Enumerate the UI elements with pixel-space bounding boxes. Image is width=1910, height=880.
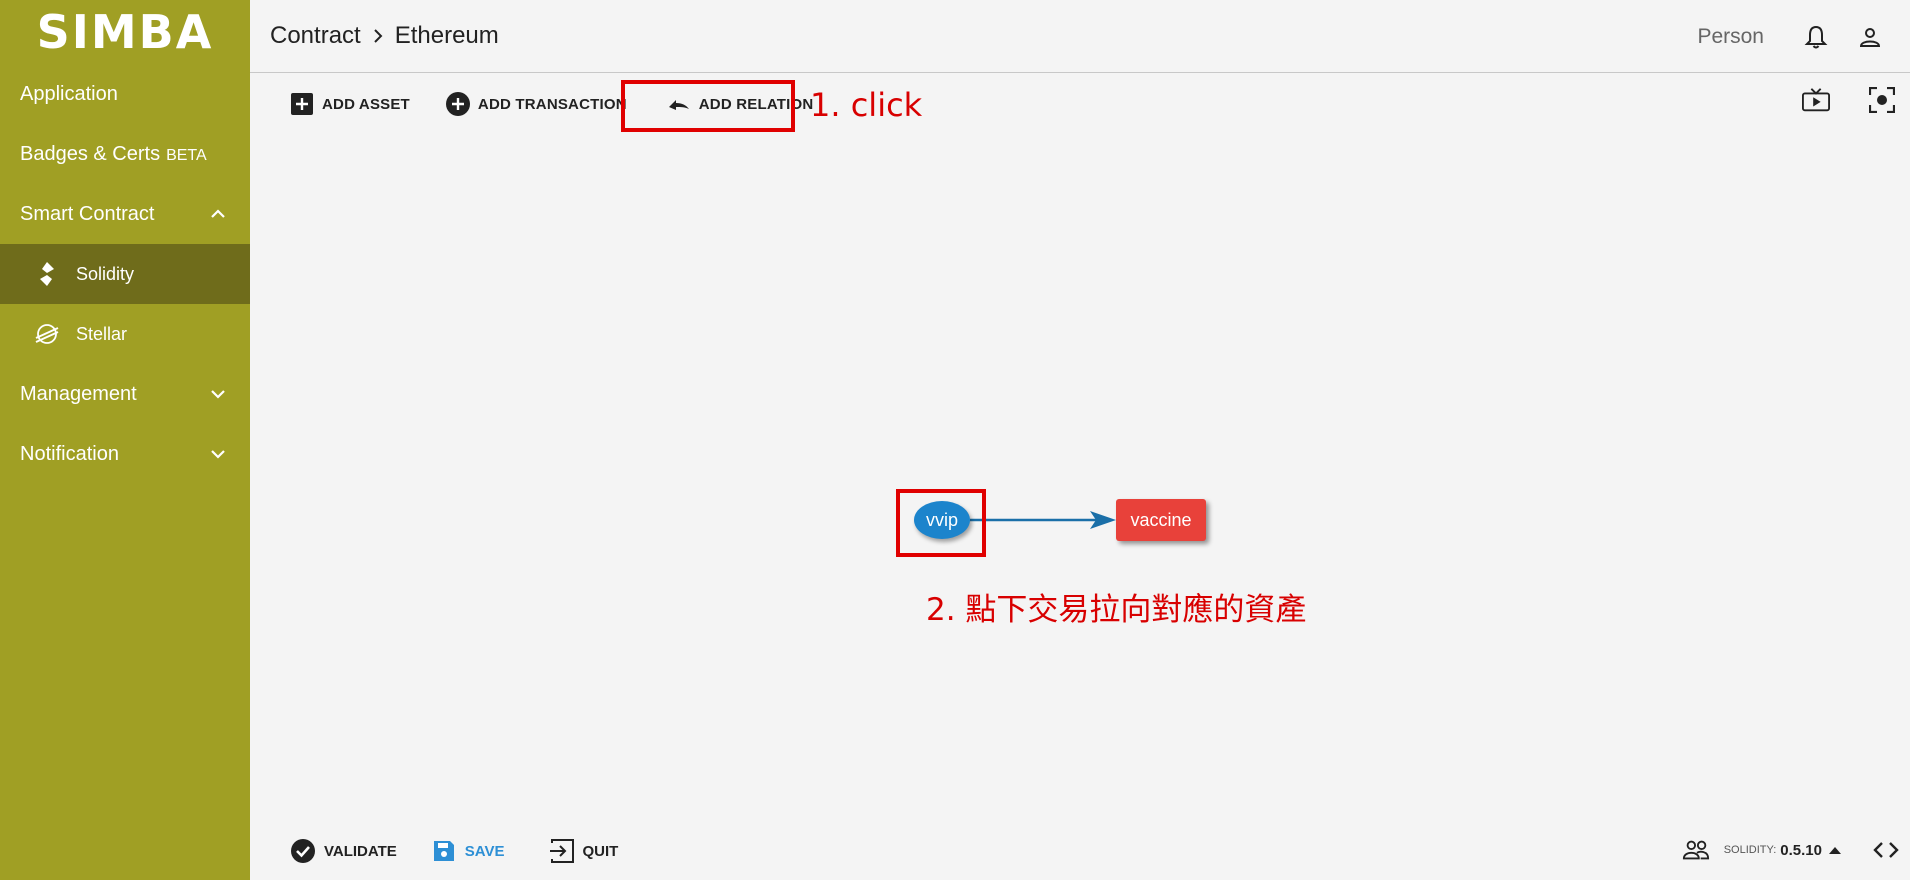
solidity-icon <box>34 261 60 287</box>
sidebar-item-label: Smart Contract <box>20 202 155 225</box>
annotation-step1: 1. click <box>810 86 923 124</box>
bell-icon[interactable] <box>1802 23 1830 51</box>
canvas-view-tools <box>1802 86 1910 114</box>
quit-button[interactable]: QUIT <box>549 838 619 864</box>
sidebar-item-notification[interactable]: Notification <box>0 424 250 484</box>
breadcrumb-ethereum: Ethereum <box>394 22 499 49</box>
bottom-actions: VALIDATE SAVE QUIT <box>290 838 618 864</box>
sidebar-item-label: Application <box>20 82 118 105</box>
sidebar-subitem-label: Solidity <box>76 263 135 284</box>
play-preview-icon[interactable] <box>1802 86 1830 114</box>
person-label: Person <box>1697 24 1764 48</box>
chevron-up-icon <box>206 202 230 226</box>
annotation-step2: 2. 點下交易拉向對應的資產 <box>926 592 1307 628</box>
add-asset-button[interactable]: ADD ASSET <box>290 92 410 116</box>
people-icon[interactable] <box>1682 836 1710 864</box>
sidebar-item-label: Badges & Certs <box>20 142 161 165</box>
exit-icon <box>549 838 575 864</box>
caret-up-icon[interactable] <box>1828 845 1842 855</box>
simba-logo[interactable]: SIMBA <box>0 0 250 64</box>
save-icon <box>431 838 457 864</box>
header-actions: Person <box>1697 0 1910 73</box>
sidebar-subitem-label: Stellar <box>76 323 128 344</box>
account-icon[interactable] <box>1856 23 1884 51</box>
sidebar-item-application[interactable]: Application <box>0 64 250 124</box>
sidebar-item-stellar[interactable]: Stellar <box>0 304 250 364</box>
sidebar-item-label: Management <box>20 382 137 405</box>
add-box-icon <box>290 92 314 116</box>
add-circle-icon <box>445 92 470 116</box>
sidebar-item-label: Notification <box>20 442 119 465</box>
stellar-icon <box>34 321 60 347</box>
header: Contract Ethereum Person <box>250 0 1910 73</box>
bottom-status: SOLIDITY: 0.5.10 <box>1682 836 1910 864</box>
chevron-right-icon <box>371 27 385 45</box>
validate-button[interactable]: VALIDATE <box>290 838 397 864</box>
chevron-down-icon <box>206 382 230 406</box>
solidity-version-label: SOLIDITY: <box>1723 844 1777 856</box>
sidebar-item-management[interactable]: Management <box>0 364 250 424</box>
add-transaction-label: ADD TRANSACTION <box>477 95 627 113</box>
quit-label: QUIT <box>582 842 619 860</box>
breadcrumb-contract[interactable]: Contract <box>270 22 361 50</box>
beta-badge: BETA <box>166 146 207 164</box>
validate-label: VALIDATE <box>324 842 397 860</box>
solidity-version-value[interactable]: 0.5.10 <box>1780 842 1822 859</box>
asset-node-vaccine[interactable]: vaccine <box>1116 499 1206 541</box>
highlight-box-add-relation <box>621 80 795 132</box>
highlight-box-transaction-node <box>896 489 986 557</box>
sidebar: SIMBA Application Badges & Certs BETA Sma… <box>0 0 250 880</box>
chevron-down-icon <box>206 442 230 466</box>
code-icon[interactable] <box>1872 836 1900 864</box>
focus-icon[interactable] <box>1868 86 1896 114</box>
sidebar-item-solidity[interactable]: Solidity <box>0 244 250 304</box>
breadcrumb: Contract Ethereum <box>270 22 499 50</box>
sidebar-item-badges-certs[interactable]: Badges & Certs BETA <box>0 124 250 184</box>
save-label: SAVE <box>464 842 505 860</box>
save-button[interactable]: SAVE <box>431 838 505 864</box>
sidebar-item-label-wrap: Badges & Certs BETA <box>20 143 207 166</box>
add-asset-label: ADD ASSET <box>322 95 410 113</box>
relation-edge <box>970 511 1116 529</box>
add-transaction-button[interactable]: ADD TRANSACTION <box>445 92 627 116</box>
sidebar-item-smart-contract[interactable]: Smart Contract <box>0 184 250 244</box>
check-circle-icon <box>290 838 316 864</box>
